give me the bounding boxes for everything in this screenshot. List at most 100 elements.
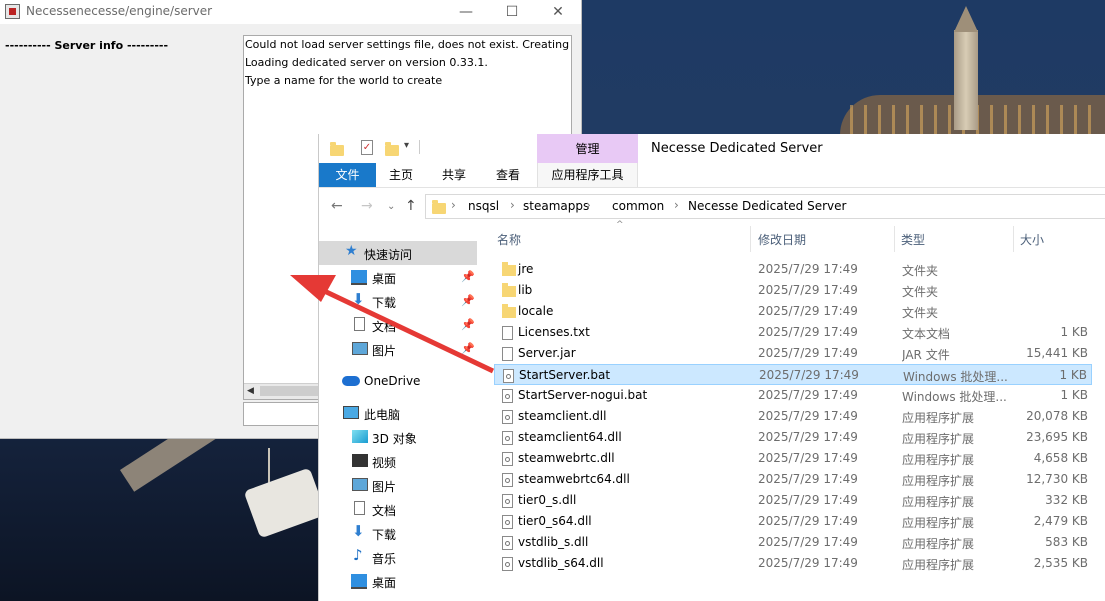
file-row-tier0-s64-dll[interactable]: tier0_s64.dll 2025/7/29 17:49 应用程序扩展 2,4… [494,511,1092,532]
file-date: 2025/7/29 17:49 [759,368,859,382]
breadcrumb-item[interactable]: Necesse Dedicated Server [688,199,846,213]
file-name: steamclient64.dll [518,430,622,444]
file-date: 2025/7/29 17:49 [758,472,858,486]
close-button[interactable]: ✕ [535,0,581,24]
folder-icon[interactable] [330,142,344,156]
nav-item-onedrive[interactable]: OneDrive [319,369,477,393]
nav-item-downloads[interactable]: ⬇ 下载 📌 [319,289,477,313]
file-row-tier0-s-dll[interactable]: tier0_s.dll 2025/7/29 17:49 应用程序扩展 332 K… [494,490,1092,511]
minimize-button[interactable]: — [443,0,489,24]
file-name: tier0_s64.dll [518,514,592,528]
file-row-startserver-nogui-bat[interactable]: StartServer-nogui.bat 2025/7/29 17:49 Wi… [494,385,1092,406]
address-bar[interactable]: › nsqsl › steamapps › common › Necesse D… [425,194,1105,219]
file-name: StartServer-nogui.bat [518,388,648,402]
nav-item-documents[interactable]: 文档 📌 [319,313,477,337]
nav-item-label: 文档 [372,320,397,334]
dll-file-icon [502,557,513,571]
chevron-right-icon[interactable]: › [674,198,679,212]
breadcrumb-item[interactable]: common [612,199,664,213]
file-row-vstdlib-s64-dll[interactable]: vstdlib_s64.dll 2025/7/29 17:49 应用程序扩展 2… [494,553,1092,574]
chevron-right-icon[interactable]: › [510,198,515,212]
batch-file-icon [502,389,513,403]
nav-item-videos[interactable]: 视频 [319,449,477,473]
file-name: Licenses.txt [518,325,590,339]
tab-view[interactable]: 查看 [483,163,533,187]
column-header-name[interactable]: 名称 [497,231,521,248]
recent-locations-icon[interactable]: ⌄ [387,201,395,212]
desktop-icon [351,270,367,285]
chevron-right-icon[interactable]: › [586,198,591,212]
file-row-steamclient64-dll[interactable]: steamclient64.dll 2025/7/29 17:49 应用程序扩展… [494,427,1092,448]
file-name: lib [518,283,533,297]
file-row-server-jar[interactable]: Server.jar 2025/7/29 17:49 JAR 文件 15,441… [494,343,1092,364]
file-row-locale[interactable]: locale 2025/7/29 17:49 文件夹 [494,301,1092,322]
server-window-titlebar[interactable]: Necessenecesse/engine/server — ☐ ✕ [0,0,581,24]
document-icon [354,501,365,515]
tab-home[interactable]: 主页 [377,163,425,187]
file-row-jre[interactable]: jre 2025/7/29 17:49 文件夹 [494,259,1092,280]
file-type: 应用程序扩展 [902,432,975,446]
column-header-size[interactable]: 大小 [1020,231,1044,248]
nav-item-downloads-pc[interactable]: ⬇ 下载 [319,521,477,545]
up-icon[interactable]: ↑ [405,198,417,214]
nav-item-music[interactable]: ♪ 音乐 [319,545,477,569]
address-row: ← → ⌄ ↑ › nsqsl › steamapps › common › N… [319,194,1105,220]
dll-file-icon [502,431,513,445]
tab-share[interactable]: 共享 [429,163,479,187]
tab-file[interactable]: 文件 [319,163,376,187]
file-row-steamwebrtc-dll[interactable]: steamwebrtc.dll 2025/7/29 17:49 应用程序扩展 4… [494,448,1092,469]
file-row-steamwebrtc64-dll[interactable]: steamwebrtc64.dll 2025/7/29 17:49 应用程序扩展… [494,469,1092,490]
desktop-icon [351,574,367,589]
computer-icon [343,406,359,419]
nav-item-3d-objects[interactable]: 3D 对象 [319,425,477,449]
pin-icon[interactable]: 📌 [461,318,475,331]
nav-item-pictures-pc[interactable]: 图片 [319,473,477,497]
pin-icon[interactable]: 📌 [461,342,475,355]
customize-toolbar-icon[interactable]: ▾ [404,140,409,151]
file-size: 332 KB [1045,493,1088,507]
nav-item-documents-pc[interactable]: 文档 [319,497,477,521]
document-icon [354,317,365,331]
column-header-date[interactable]: 修改日期 [758,231,806,248]
batch-file-icon [503,369,514,383]
video-icon [352,454,368,467]
log-line: Loading dedicated server on version 0.33… [245,56,488,69]
tab-application-tools[interactable]: 应用程序工具 [537,163,638,187]
breadcrumb-item[interactable]: steamapps [523,199,589,213]
forward-icon[interactable]: → [361,198,373,214]
column-header-type[interactable]: 类型 [901,231,925,248]
new-folder-icon[interactable] [385,142,399,156]
properties-icon[interactable]: ✓ [361,140,373,155]
nav-item-this-pc[interactable]: 此电脑 [319,401,477,425]
scroll-left-icon[interactable]: ◀ [247,386,254,396]
file-size: 20,078 KB [1026,409,1088,423]
file-date: 2025/7/29 17:49 [758,535,858,549]
back-icon[interactable]: ← [331,198,343,214]
column-divider[interactable] [750,226,751,252]
file-row-startserver-bat[interactable]: StartServer.bat 2025/7/29 17:49 Windows … [494,364,1092,385]
column-divider[interactable] [1013,226,1014,252]
file-size: 15,441 KB [1026,346,1088,360]
pin-icon[interactable]: 📌 [461,270,475,283]
file-row-lib[interactable]: lib 2025/7/29 17:49 文件夹 [494,280,1092,301]
file-row-vstdlib-s-dll[interactable]: vstdlib_s.dll 2025/7/29 17:49 应用程序扩展 583… [494,532,1092,553]
column-divider[interactable] [894,226,895,252]
nav-item-quick-access[interactable]: ★ 快速访问 [319,241,477,265]
nav-item-desktop-pc[interactable]: 桌面 [319,569,477,593]
wallpaper-spire [954,6,978,32]
file-row-licenses[interactable]: Licenses.txt 2025/7/29 17:49 文本文档 1 KB [494,322,1092,343]
breadcrumb-item[interactable]: nsqsl [468,199,499,213]
wallpaper-bell-tower [954,30,978,130]
nav-item-pictures[interactable]: 图片 📌 [319,337,477,361]
tab-manage[interactable]: 管理 [537,134,638,164]
chevron-right-icon[interactable]: › [451,198,456,212]
file-row-steamclient-dll[interactable]: steamclient.dll 2025/7/29 17:49 应用程序扩展 2… [494,406,1092,427]
nav-item-label: 图片 [372,344,397,358]
pin-icon[interactable]: 📌 [461,294,475,307]
nav-item-desktop[interactable]: 桌面 📌 [319,265,477,289]
maximize-button[interactable]: ☐ [489,0,535,24]
quick-access-toolbar: ✓ ▾ [319,134,537,162]
file-name: StartServer.bat [519,368,611,382]
file-size: 1 KB [1060,325,1088,339]
sort-ascending-icon: ^ [616,220,624,230]
